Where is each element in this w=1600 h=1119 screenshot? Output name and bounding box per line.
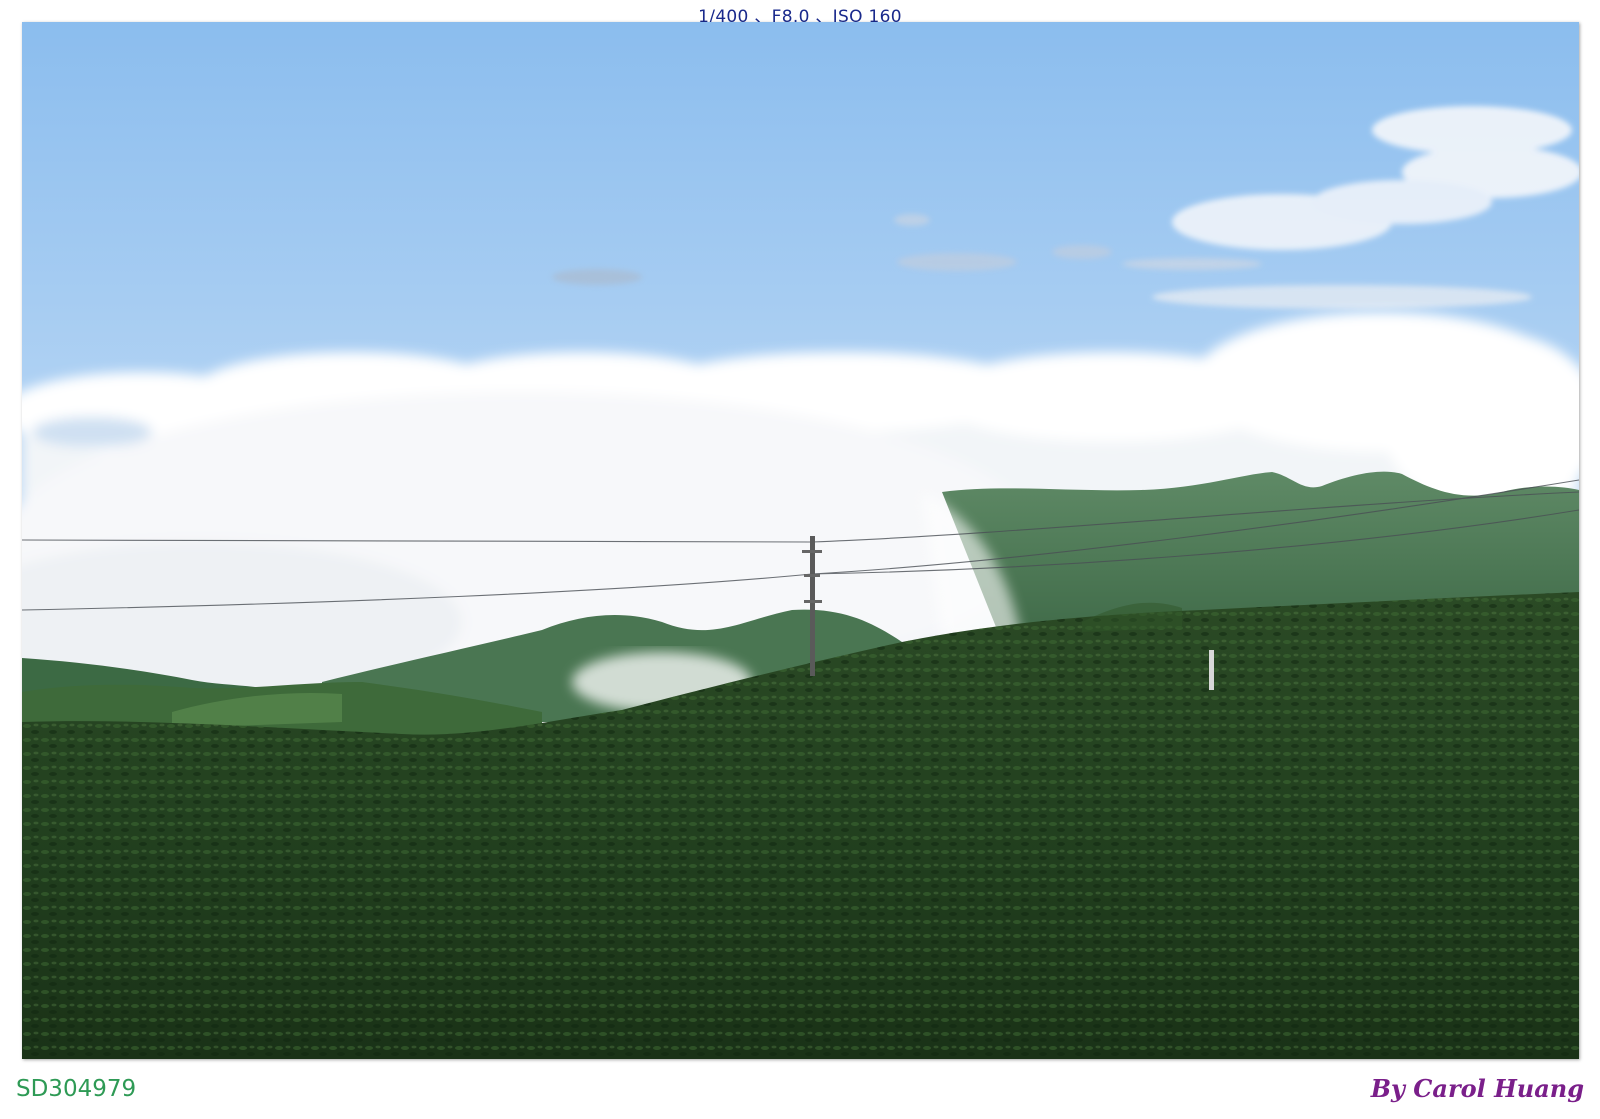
- landscape-photo: [22, 22, 1579, 1059]
- marker-post-icon: [1209, 650, 1214, 690]
- photo-id: SD304979: [16, 1076, 137, 1102]
- photographer-credit: By Carol Huang: [1370, 1074, 1584, 1103]
- photo-frame: 1/400 、F8.0 、ISO 160 SD304979 By Carol H…: [0, 0, 1600, 1119]
